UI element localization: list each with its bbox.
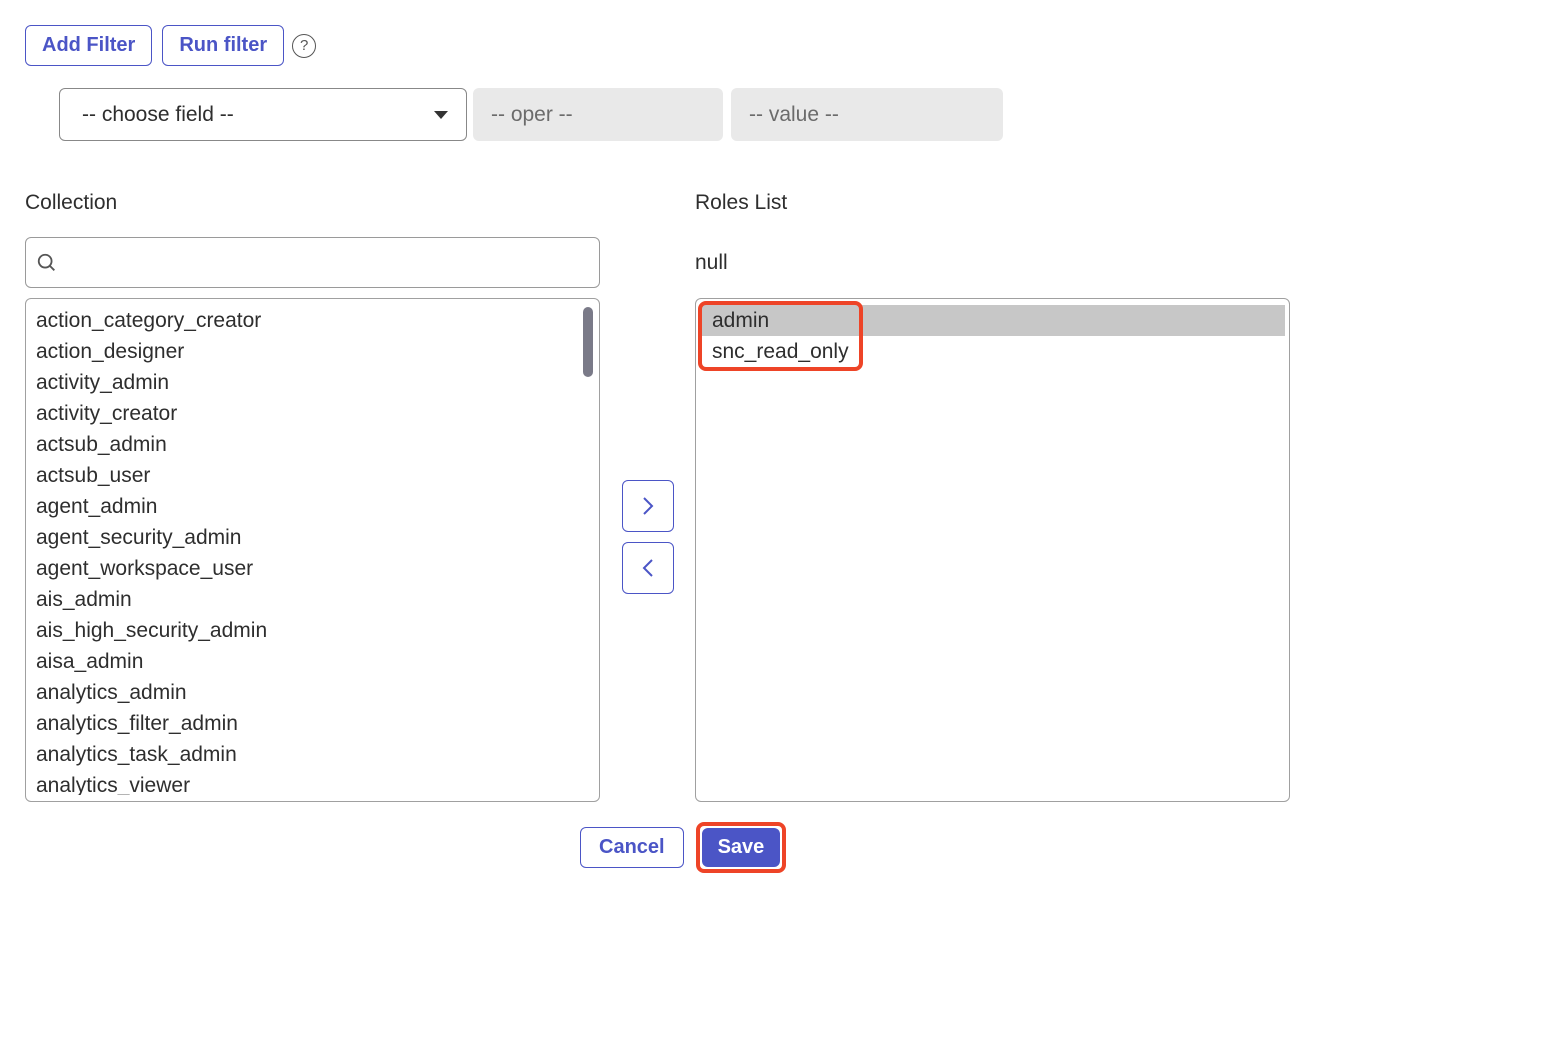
collection-listbox[interactable]: action_category_creatoraction_designerac… xyxy=(25,298,600,802)
scrollbar-thumb[interactable] xyxy=(583,307,593,377)
list-item[interactable]: admin xyxy=(702,305,859,336)
list-item[interactable]: analytics_filter_admin xyxy=(36,708,595,739)
list-item[interactable]: analytics_task_admin xyxy=(36,739,595,770)
help-icon[interactable]: ? xyxy=(292,34,316,58)
transfer-arrows xyxy=(600,271,695,802)
list-item[interactable]: analytics_viewer xyxy=(36,770,595,795)
save-button[interactable]: Save xyxy=(702,828,781,867)
move-right-button[interactable] xyxy=(622,480,674,532)
list-item[interactable]: activity_admin xyxy=(36,367,595,398)
cancel-button[interactable]: Cancel xyxy=(580,827,684,868)
collection-column: Collection action_category_creatoraction… xyxy=(25,191,600,802)
list-item[interactable]: actsub_admin xyxy=(36,429,595,460)
value-placeholder: -- value -- xyxy=(749,103,839,127)
list-item[interactable]: agent_security_admin xyxy=(36,522,595,553)
choose-field-dropdown[interactable]: -- choose field -- xyxy=(59,88,467,141)
filter-condition-row: -- choose field -- -- oper -- -- value -… xyxy=(59,88,1525,141)
chevron-left-icon xyxy=(641,558,655,578)
value-input[interactable]: -- value -- xyxy=(731,88,1003,141)
collection-label: Collection xyxy=(25,191,600,215)
search-icon xyxy=(36,252,58,274)
list-item[interactable]: actsub_user xyxy=(36,460,595,491)
list-item[interactable]: aisa_admin xyxy=(36,646,595,677)
dialog-footer: Cancel Save xyxy=(580,822,1525,873)
dual-list-section: Collection action_category_creatoraction… xyxy=(25,191,1525,802)
run-filter-button[interactable]: Run filter xyxy=(162,25,284,66)
list-item[interactable]: action_category_creator xyxy=(36,305,595,336)
list-item[interactable]: action_designer xyxy=(36,336,595,367)
list-item[interactable]: ais_high_security_admin xyxy=(36,615,595,646)
choose-field-placeholder: -- choose field -- xyxy=(82,103,234,127)
operator-dropdown[interactable]: -- oper -- xyxy=(473,88,723,141)
move-left-button[interactable] xyxy=(622,542,674,594)
add-filter-button[interactable]: Add Filter xyxy=(25,25,152,66)
list-item[interactable]: agent_workspace_user xyxy=(36,553,595,584)
roles-null-text: null xyxy=(695,237,1290,288)
save-highlight-annotation: Save xyxy=(696,822,787,873)
list-item[interactable]: activity_creator xyxy=(36,398,595,429)
collection-search-wrap xyxy=(25,237,600,288)
chevron-down-icon xyxy=(434,111,448,119)
collection-search-input[interactable] xyxy=(58,250,589,275)
list-item[interactable]: agent_admin xyxy=(36,491,595,522)
operator-placeholder: -- oper -- xyxy=(491,103,573,127)
list-item[interactable]: analytics_admin xyxy=(36,677,595,708)
roles-listbox[interactable]: adminsnc_read_only xyxy=(695,298,1290,802)
list-item[interactable]: snc_read_only xyxy=(702,336,859,367)
list-item[interactable]: ais_admin xyxy=(36,584,595,615)
chevron-right-icon xyxy=(641,496,655,516)
roles-list-label: Roles List xyxy=(695,191,1290,215)
roles-column: Roles List null adminsnc_read_only xyxy=(695,191,1290,802)
filter-toolbar: Add Filter Run filter ? xyxy=(25,25,1525,66)
roles-highlight-annotation: adminsnc_read_only xyxy=(698,301,863,371)
